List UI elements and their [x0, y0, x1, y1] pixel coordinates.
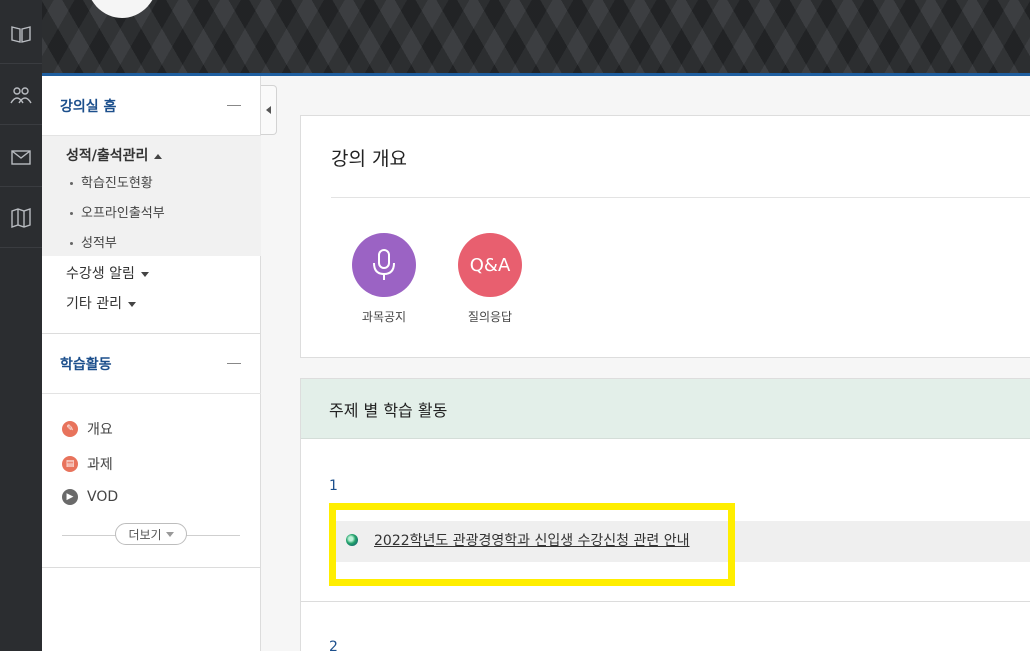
- play-icon: ▶: [62, 489, 78, 505]
- course-overview-title: 강의 개요: [331, 148, 407, 170]
- activities-header[interactable]: 학습활동: [42, 334, 261, 394]
- book-icon: [11, 25, 31, 43]
- rail-map-item[interactable]: [0, 188, 42, 248]
- rail-mail-item[interactable]: [0, 127, 42, 187]
- sidebar-collapse-toggle[interactable]: [261, 85, 277, 135]
- notice-button[interactable]: [352, 233, 416, 297]
- document-icon: ▤: [62, 456, 78, 472]
- activities-title[interactable]: 학습활동: [60, 354, 112, 374]
- week-number-2: 2: [329, 639, 338, 651]
- arrow-left-icon: [266, 106, 271, 114]
- student-notify-menu[interactable]: 수강생 알림: [66, 263, 149, 283]
- map-icon: [11, 207, 31, 228]
- page: 강의실 홈 성적/출석관리 학습진도현황 오프라인출석부 성적부 수강생 알림 …: [0, 0, 1030, 651]
- submenu-offline-attendance[interactable]: 오프라인출석부: [70, 202, 165, 221]
- pencil-icon: ✎: [62, 421, 78, 437]
- notice-label[interactable]: 과목공지: [344, 308, 424, 325]
- icon-rail: [0, 0, 42, 651]
- sidebar-divider: [42, 567, 261, 568]
- qna-icon: Q&A: [469, 254, 511, 276]
- etc-manage-menu[interactable]: 기타 관리: [66, 293, 136, 313]
- qna-button[interactable]: Q&A: [458, 233, 522, 297]
- mail-icon: [11, 149, 31, 165]
- caret-down-icon: [127, 301, 136, 307]
- course-home-title[interactable]: 강의실 홈: [60, 96, 116, 116]
- caret-up-icon: [154, 153, 163, 159]
- activity-overview[interactable]: ✎ 개요: [62, 419, 113, 439]
- course-sidebar: 강의실 홈 성적/출석관리 학습진도현황 오프라인출석부 성적부 수강생 알림 …: [42, 76, 261, 651]
- bullet-icon: [70, 242, 73, 245]
- grades-menu: 성적/출석관리 학습진도현황 오프라인출석부 성적부: [42, 136, 261, 256]
- grades-menu-title[interactable]: 성적/출석관리: [66, 145, 163, 165]
- collapse-minus-icon[interactable]: [227, 363, 241, 364]
- users-icon: [10, 86, 32, 103]
- course-home-header[interactable]: 강의실 홈: [42, 76, 261, 136]
- microphone-icon: [373, 249, 395, 280]
- activity-vod[interactable]: ▶ VOD: [62, 489, 118, 505]
- course-overview-card: 강의 개요 과목공지 Q&A 질의응답: [300, 115, 1030, 358]
- bullet-icon: [70, 212, 73, 215]
- school-logo[interactable]: [86, 0, 158, 18]
- topic-activities-title: 주제 별 학습 활동: [301, 379, 1030, 439]
- bullet-icon: [70, 182, 73, 185]
- submenu-gradebook[interactable]: 성적부: [70, 232, 117, 251]
- rail-book-item[interactable]: [0, 4, 42, 64]
- activity-assignment[interactable]: ▤ 과제: [62, 454, 113, 474]
- caret-down-icon: [165, 531, 174, 537]
- submenu-progress[interactable]: 학습진도현황: [70, 172, 153, 191]
- overview-divider: [331, 197, 1030, 198]
- highlight-box: [329, 503, 735, 586]
- more-button[interactable]: 더보기: [115, 523, 187, 545]
- qna-label[interactable]: 질의응답: [450, 308, 530, 325]
- header-banner: [42, 0, 1030, 73]
- collapse-minus-icon[interactable]: [227, 105, 241, 106]
- rail-users-item[interactable]: [0, 65, 42, 125]
- caret-down-icon: [140, 271, 149, 277]
- week-divider: [301, 601, 1030, 602]
- week-number-1: 1: [329, 478, 338, 494]
